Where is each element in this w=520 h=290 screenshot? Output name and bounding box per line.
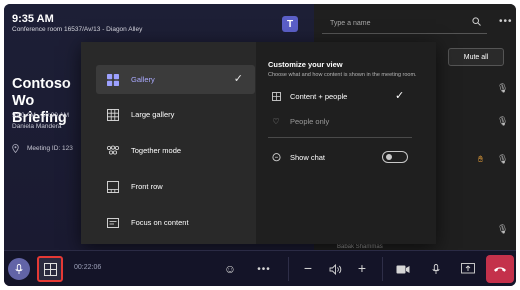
meeting-organizer: Daniela Mandera — [12, 123, 62, 130]
teams-room-screen: 9:35 AM Conference room 16537/Av/13 - Di… — [4, 4, 516, 286]
meeting-timer: 00:22:06 — [74, 264, 102, 271]
layout-flyout: Gallery ✓ Large gallery Together mode Front … — [81, 42, 436, 244]
hang-up-button[interactable] — [486, 255, 514, 283]
layout-grid-icon — [43, 262, 57, 276]
layout-option-label: Focus on content — [131, 218, 189, 227]
more-actions-icon[interactable]: ••• — [256, 261, 272, 277]
search-placeholder: Type a name — [330, 20, 371, 27]
raised-hand-icon: ✋︎ — [478, 154, 484, 164]
volume-up-icon[interactable]: + — [354, 259, 370, 277]
show-chat-label: Show chat — [290, 153, 326, 162]
reactions-icon[interactable]: ☺︎ — [222, 261, 238, 277]
layout-option-large-gallery[interactable]: Large gallery — [96, 100, 255, 129]
participant-mic-icon[interactable]: 🎙︎ — [497, 224, 508, 235]
meeting-id-row: Meeting ID: 123 — [12, 144, 73, 153]
option-label: Content + people — [290, 92, 348, 101]
room-name: Conference room 16537/Av/13 - Diagon All… — [12, 26, 143, 33]
participant-search[interactable]: Type a name — [322, 14, 487, 34]
hang-up-icon — [494, 267, 506, 272]
location-pin-icon — [12, 144, 19, 153]
microphone-icon — [15, 263, 23, 274]
speaker-icon — [326, 261, 344, 277]
layout-option-front-row[interactable]: Front row — [96, 172, 255, 201]
change-layout-button[interactable] — [37, 256, 63, 282]
participant-mic-icon[interactable]: 🎙︎ — [497, 116, 508, 127]
layout-option-gallery[interactable]: Gallery ✓ — [96, 65, 255, 94]
toggle-knob — [386, 154, 392, 160]
customize-title: Customize your view — [268, 60, 343, 69]
meeting-controls-bar: 00:22:06 ☺︎ ••• − + — [4, 250, 516, 286]
gallery-icon — [106, 73, 120, 87]
volume-down-icon[interactable]: − — [300, 259, 316, 277]
layout-options-list: Gallery ✓ Large gallery Together mode Front … — [81, 42, 256, 244]
meeting-title: Contoso Wo Briefing — [12, 76, 71, 126]
microphone-button[interactable] — [8, 258, 30, 280]
layout-option-label: Together mode — [131, 146, 182, 155]
large-gallery-icon — [106, 108, 120, 122]
focus-content-icon — [106, 216, 120, 230]
clock: 9:35 AM — [12, 13, 54, 25]
microphone-icon[interactable] — [429, 261, 443, 277]
show-chat-row: Show chat — [270, 153, 325, 162]
front-row-icon — [106, 180, 120, 194]
content-people-icon — [270, 92, 282, 101]
checkmark-icon: ✓ — [395, 90, 405, 102]
share-screen-icon[interactable] — [459, 260, 477, 278]
divider — [268, 137, 412, 138]
show-chat-toggle[interactable] — [382, 151, 408, 163]
option-people-only[interactable]: ♡ People only — [270, 117, 329, 126]
camera-icon[interactable] — [394, 261, 412, 277]
people-only-icon: ♡ — [272, 117, 280, 126]
search-icon[interactable] — [472, 17, 481, 29]
divider — [288, 257, 289, 281]
chat-icon — [270, 153, 282, 162]
teams-logo-icon: T — [282, 16, 298, 32]
customize-subtitle: Choose what and how content is shown in … — [268, 72, 417, 78]
customize-view-panel: Customize your view Choose what and how … — [256, 42, 436, 244]
layout-option-label: Gallery — [131, 75, 155, 84]
divider — [382, 257, 383, 281]
layout-option-label: Large gallery — [131, 110, 175, 119]
meeting-id: Meeting ID: 123 — [27, 145, 73, 152]
meeting-time: 9:00 AM - 10:00 AM — [12, 112, 70, 119]
checkmark-icon: ✓ — [233, 73, 243, 85]
together-mode-icon — [106, 144, 120, 158]
participant-mic-icon[interactable]: 🎙︎ — [497, 83, 508, 94]
layout-option-together-mode[interactable]: Together mode — [96, 136, 255, 165]
more-options-icon[interactable]: ••• — [499, 16, 513, 27]
layout-option-focus-on-content[interactable]: Focus on content — [96, 208, 255, 237]
option-content-people[interactable]: Content + people — [270, 92, 347, 101]
option-label: People only — [290, 117, 330, 126]
participant-mic-icon[interactable]: 🎙︎ — [497, 154, 508, 165]
mute-all-button[interactable]: Mute all — [448, 48, 504, 66]
layout-option-label: Front row — [131, 182, 163, 191]
